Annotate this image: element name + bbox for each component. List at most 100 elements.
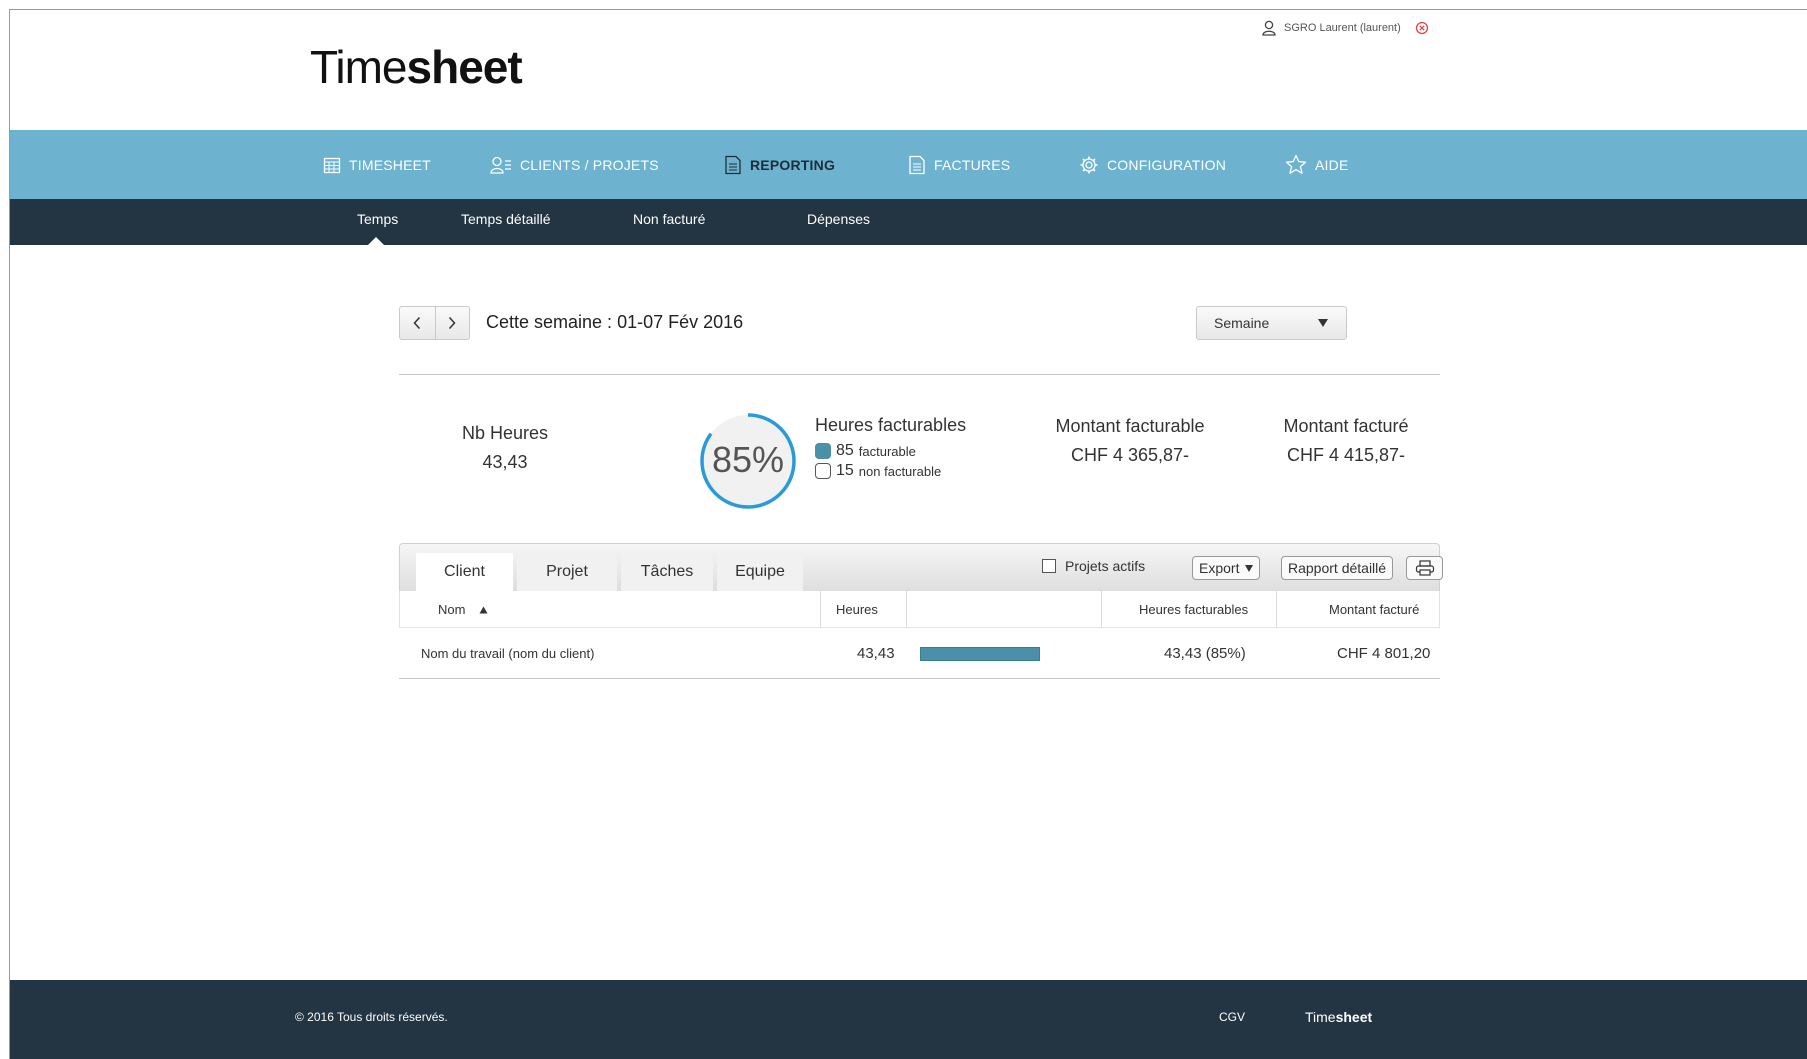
logo-light-text: Time	[310, 41, 408, 93]
footer-logo[interactable]: Timesheet	[1305, 1009, 1372, 1025]
summary-montant-facturable: Montant facturable CHF 4 365,87-	[1040, 416, 1220, 466]
montant-facturable-label: Montant facturable	[1055, 416, 1205, 436]
previous-week-button[interactable]	[400, 307, 435, 339]
nb-heures-label: Nb Heures	[461, 423, 549, 443]
table-header: Nom Heures Heures facturables Montant fa…	[399, 591, 1440, 628]
export-label: Export	[1199, 560, 1240, 576]
nav-item-label: TIMESHEET	[349, 156, 431, 173]
nav-item-label: CONFIGURATION	[1107, 156, 1227, 173]
app-frame: Timesheet SGRO Laurent (laurent) TIMESHE…	[9, 9, 1807, 1059]
legend-facturable: 85 facturable	[815, 442, 966, 460]
week-navigator	[399, 306, 470, 340]
column-header-heures-facturables[interactable]: Heures facturables	[1139, 591, 1248, 628]
user-name: SGRO Laurent (laurent)	[1284, 22, 1401, 34]
sub-nav: Temps Temps détaillé Non facturé Dépense…	[10, 199, 1807, 245]
tab-projet[interactable]: Projet	[517, 553, 617, 591]
dropdown-arrow-icon	[1245, 564, 1254, 572]
active-indicator	[368, 237, 384, 245]
subnav-item-depenses[interactable]: Dépenses	[807, 199, 870, 245]
montant-facturable-value: CHF 4 365,87-	[1070, 445, 1190, 465]
column-header-heures[interactable]: Heures	[836, 591, 878, 628]
checkbox-box[interactable]	[1042, 559, 1056, 573]
column-header-nom-label: Nom	[438, 602, 466, 617]
column-separator	[1276, 591, 1277, 628]
tab-equipe[interactable]: Equipe	[717, 553, 803, 591]
column-header-nom[interactable]: Nom	[438, 591, 488, 628]
heures-facturables-label: Heures facturables	[815, 415, 967, 435]
projets-actifs-label: Projets actifs	[1065, 558, 1146, 574]
document-icon	[725, 155, 741, 174]
export-button[interactable]: Export	[1192, 556, 1261, 580]
nav-item-label: REPORTING	[750, 156, 836, 173]
non-facturable-label: non facturable	[858, 463, 942, 479]
star-icon	[1285, 154, 1307, 174]
print-button[interactable]	[1406, 556, 1443, 580]
tab-taches[interactable]: Tâches	[621, 553, 713, 591]
table-toolbar: Client Projet Tâches Equipe Projets acti…	[399, 543, 1443, 591]
cell-heures: 43,43	[857, 645, 895, 662]
column-header-montant-facture[interactable]: Montant facturé	[1329, 591, 1419, 628]
week-title: Cette semaine : 01-07 Fév 2016	[486, 312, 744, 332]
user-menu[interactable]: SGRO Laurent (laurent)	[1262, 20, 1437, 36]
rapport-detaille-button[interactable]: Rapport détaillé	[1281, 556, 1394, 580]
facturable-label: facturable	[858, 443, 916, 459]
logo-bold-text: sheet	[406, 41, 523, 93]
document-icon	[909, 155, 925, 174]
nav-item-clients-projets[interactable]: CLIENTS / PROJETS	[490, 130, 659, 199]
contacts-icon	[490, 156, 511, 174]
nb-heures-value: 43,43	[482, 452, 528, 472]
column-separator	[1101, 591, 1102, 628]
chevron-left-icon	[413, 316, 421, 330]
printer-icon	[1415, 560, 1434, 576]
legend-swatch-non-facturable	[815, 463, 831, 479]
nav-item-label: FACTURES	[934, 156, 1011, 173]
legend-non-facturable: 15 non facturable	[815, 462, 966, 480]
user-icon	[1262, 20, 1276, 36]
dropdown-arrow-icon	[1318, 319, 1328, 327]
divider	[399, 374, 1440, 375]
tab-client[interactable]: Client	[416, 553, 513, 591]
rapport-detaille-label: Rapport détaillé	[1288, 560, 1387, 576]
cell-nom: Nom du travail (nom du client)	[421, 646, 595, 661]
footer-logo-bold: sheet	[1335, 1009, 1373, 1025]
legend-swatch-facturable	[815, 443, 831, 459]
cgv-link[interactable]: CGV	[1219, 1010, 1245, 1024]
cell-montant-facture: CHF 4 801,20	[1337, 645, 1431, 662]
nav-item-label: AIDE	[1315, 156, 1349, 173]
gear-icon	[1080, 156, 1098, 173]
heures-facturables: Heures facturables 85 facturable 15 non …	[815, 415, 966, 480]
table-row[interactable]: Nom du travail (nom du client) 43,43 43,…	[399, 628, 1440, 679]
next-week-button[interactable]	[434, 307, 470, 339]
nav-item-aide[interactable]: AIDE	[1285, 130, 1348, 199]
non-facturable-num: 15	[836, 462, 854, 479]
calendar-icon	[323, 157, 341, 173]
main-nav: TIMESHEET CLIENTS / PROJETS REPORTING FA…	[10, 130, 1807, 199]
nav-item-timesheet[interactable]: TIMESHEET	[323, 130, 431, 199]
billable-ring: 85%	[698, 411, 798, 511]
cell-heures-facturables: 43,43 (85%)	[1164, 645, 1246, 662]
sort-ascending-icon[interactable]	[479, 606, 488, 614]
nav-item-reporting[interactable]: REPORTING	[724, 130, 835, 199]
subnav-item-temps-detaille[interactable]: Temps détaillé	[461, 199, 551, 245]
facturable-num: 85	[836, 442, 854, 459]
nav-item-label: CLIENTS / PROJETS	[520, 156, 659, 173]
montant-facture-label: Montant facturé	[1283, 416, 1409, 436]
summary-montant-facture: Montant facturé CHF 4 415,87-	[1266, 416, 1426, 466]
nav-item-factures[interactable]: FACTURES	[908, 130, 1010, 199]
footer: © 2016 Tous droits réservés. CGV Timeshe…	[10, 980, 1807, 1059]
montant-facture-value: CHF 4 415,87-	[1286, 445, 1406, 465]
projets-actifs-checkbox[interactable]: Projets actifs	[1042, 558, 1145, 574]
period-select[interactable]: Semaine	[1196, 306, 1347, 340]
app-logo[interactable]: Timesheet	[310, 40, 523, 94]
chevron-right-icon	[449, 316, 456, 330]
report-table: Client Projet Tâches Equipe Projets acti…	[399, 543, 1443, 679]
column-separator	[820, 591, 821, 628]
summary-nb-heures: Nb Heures 43,43	[455, 423, 555, 473]
subnav-item-non-facture[interactable]: Non facturé	[633, 199, 705, 245]
nav-item-configuration[interactable]: CONFIGURATION	[1079, 130, 1226, 199]
billable-percent: 85%	[711, 439, 785, 480]
logout-icon[interactable]	[1415, 21, 1429, 35]
copyright: © 2016 Tous droits réservés.	[295, 1010, 448, 1024]
footer-logo-light: Time	[1305, 1009, 1336, 1025]
period-select-value: Semaine	[1214, 315, 1270, 331]
